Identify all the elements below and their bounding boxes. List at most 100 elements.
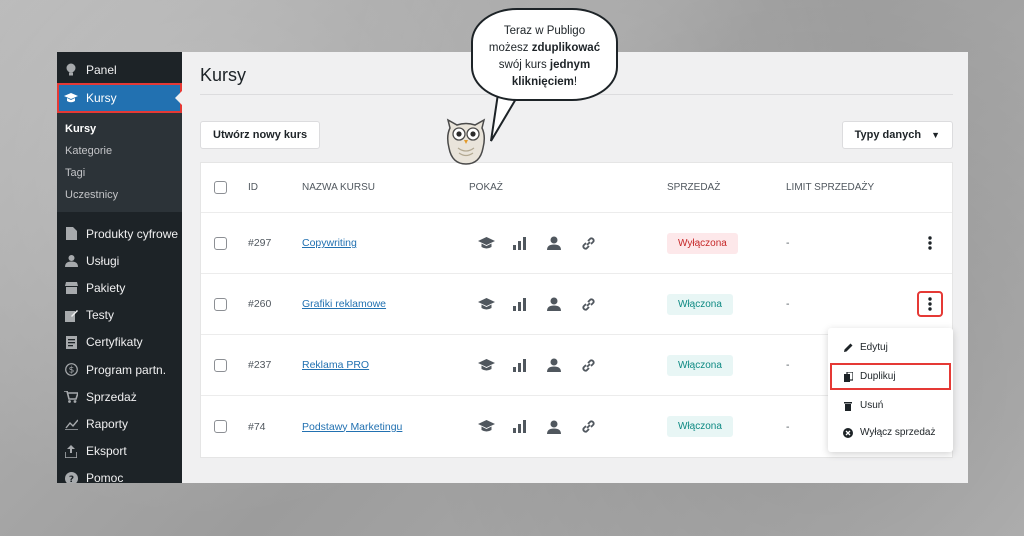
link-icon[interactable] bbox=[571, 297, 605, 312]
sidebar-item-sprzedaz[interactable]: Sprzedaż bbox=[57, 383, 182, 410]
bubble-line-4-bold: kliknięciem bbox=[511, 76, 574, 88]
link-icon[interactable] bbox=[571, 236, 605, 251]
cart-icon bbox=[64, 390, 78, 404]
dollar-icon: $ bbox=[64, 363, 78, 377]
bar-chart-icon[interactable] bbox=[503, 420, 537, 433]
new-course-button[interactable]: Utwórz nowy kurs bbox=[200, 121, 321, 149]
sidebar-item-program-partn[interactable]: $ Program partn. bbox=[57, 356, 182, 383]
more-actions-icon[interactable] bbox=[917, 291, 943, 317]
menu-item-edit[interactable]: Edytuj bbox=[828, 334, 953, 361]
sidebar-item-label: Program partn. bbox=[86, 362, 167, 377]
table-row: #260 Grafiki reklamowe Włączona - bbox=[201, 274, 952, 335]
status-badge: Wyłączona bbox=[667, 232, 738, 254]
user-icon[interactable] bbox=[537, 236, 571, 250]
status-badge: Włączona bbox=[667, 354, 733, 376]
file-icon bbox=[64, 227, 78, 241]
edit-icon bbox=[64, 308, 78, 322]
submenu-item-kursy[interactable]: Kursy bbox=[57, 118, 182, 140]
sidebar-item-label: Certyfikaty bbox=[86, 335, 143, 350]
submenu-item-kategorie[interactable]: Kategorie bbox=[57, 140, 182, 162]
sidebar-item-panel[interactable]: Panel bbox=[57, 56, 182, 83]
table-header: ID NAZWA KURSU POKAŻ SPRZEDAŻ LIMIT SPRZ… bbox=[201, 163, 952, 213]
graduation-cap-icon bbox=[64, 91, 78, 105]
menu-item-label: Wyłącz sprzedaż bbox=[860, 427, 936, 438]
row-id: #260 bbox=[248, 298, 272, 310]
sidebar-item-label: Pomoc bbox=[86, 471, 124, 483]
row-checkbox[interactable] bbox=[214, 297, 227, 311]
toolbar: Utwórz nowy kurs Typy danych ▼ bbox=[200, 121, 953, 149]
menu-item-label: Duplikuj bbox=[860, 371, 896, 382]
bubble-line-4: ! bbox=[573, 76, 578, 88]
sidebar-item-produkty-cyfrowe[interactable]: Produkty cyfrowe bbox=[57, 220, 182, 247]
sidebar-item-pakiety[interactable]: Pakiety bbox=[57, 274, 182, 301]
bar-chart-icon[interactable] bbox=[503, 236, 537, 250]
admin-sidebar: Panel Kursy Kursy Kategorie Tagi Uczestn… bbox=[57, 52, 182, 483]
sidebar-item-certyfikaty[interactable]: Certyfikaty bbox=[57, 329, 182, 356]
sidebar-menu-group: Produkty cyfrowe Usługi Pakiety Testy Ce… bbox=[57, 212, 182, 483]
sidebar-item-eksport[interactable]: Eksport bbox=[57, 438, 182, 465]
row-checkbox[interactable] bbox=[214, 420, 227, 433]
submenu-item-tagi[interactable]: Tagi bbox=[57, 162, 182, 184]
user-icon[interactable] bbox=[537, 297, 571, 311]
row-id: #74 bbox=[248, 420, 266, 433]
row-checkbox[interactable] bbox=[214, 358, 227, 372]
sidebar-item-label: Eksport bbox=[86, 444, 127, 459]
link-icon[interactable] bbox=[571, 358, 605, 373]
chart-icon bbox=[64, 417, 78, 431]
course-name-link[interactable]: Reklama PRO bbox=[302, 359, 369, 371]
menu-item-disable-sale[interactable]: Wyłącz sprzedaż bbox=[828, 419, 953, 446]
sidebar-item-uslugi[interactable]: Usługi bbox=[57, 247, 182, 274]
sidebar-item-label: Raporty bbox=[86, 416, 129, 431]
data-types-button[interactable]: Typy danych ▼ bbox=[841, 121, 953, 149]
sidebar-item-label: Kursy bbox=[86, 91, 117, 105]
select-all-checkbox[interactable] bbox=[214, 181, 227, 194]
submenu-item-uczestnicy[interactable]: Uczestnicy bbox=[57, 184, 182, 206]
sidebar-item-label: Pakiety bbox=[86, 280, 126, 295]
sidebar-item-label: Produkty cyfrowe bbox=[86, 226, 179, 241]
bar-chart-icon[interactable] bbox=[503, 358, 537, 372]
link-icon[interactable] bbox=[571, 419, 605, 434]
owl-mascot-icon bbox=[446, 118, 486, 165]
user-icon[interactable] bbox=[537, 358, 571, 372]
speech-bubble: Teraz w Publigo możesz zduplikować swój … bbox=[471, 8, 618, 101]
graduation-cap-icon[interactable] bbox=[469, 236, 503, 250]
header-name[interactable]: NAZWA KURSU bbox=[302, 182, 459, 193]
shop-icon bbox=[64, 281, 78, 295]
export-icon bbox=[64, 444, 78, 458]
sidebar-submenu: Kursy Kategorie Tagi Uczestnicy bbox=[57, 113, 182, 212]
row-checkbox[interactable] bbox=[214, 236, 227, 250]
course-name-link[interactable]: Podstawy Marketingu bbox=[302, 421, 402, 433]
help-icon: ? bbox=[64, 471, 78, 483]
graduation-cap-icon[interactable] bbox=[469, 420, 503, 433]
data-types-label: Typy danych bbox=[854, 129, 922, 141]
sidebar-item-kursy[interactable]: Kursy bbox=[57, 83, 182, 113]
header-id[interactable]: ID bbox=[248, 182, 302, 193]
graduation-cap-icon[interactable] bbox=[469, 358, 503, 372]
bubble-line-2-bold: zduplikować bbox=[531, 42, 601, 54]
status-badge: Włączona bbox=[667, 416, 733, 437]
user-icon[interactable] bbox=[537, 420, 571, 434]
header-limit[interactable]: LIMIT SPRZEDAŻY bbox=[786, 182, 952, 193]
certificate-icon bbox=[64, 335, 78, 349]
graduation-cap-icon[interactable] bbox=[469, 297, 503, 311]
header-sale[interactable]: SPRZEDAŻ bbox=[667, 182, 786, 193]
sidebar-item-raporty[interactable]: Raporty bbox=[57, 410, 182, 437]
menu-item-duplicate[interactable]: Duplikuj bbox=[830, 363, 951, 390]
bubble-line-3: swój kurs bbox=[498, 59, 550, 71]
row-actions-menu: Edytuj Duplikuj Usuń Wyłącz sprzedaż bbox=[828, 328, 953, 452]
course-name-link[interactable]: Copywriting bbox=[302, 237, 357, 249]
bubble-line-1: Teraz w Publigo bbox=[503, 25, 586, 37]
sidebar-item-pomoc[interactable]: ? Pomoc bbox=[57, 465, 182, 483]
row-id: #297 bbox=[248, 237, 272, 249]
caret-down-icon: ▼ bbox=[931, 130, 940, 140]
pencil-icon bbox=[842, 343, 854, 352]
course-name-link[interactable]: Grafiki reklamowe bbox=[302, 298, 386, 310]
table-row: #297 Copywriting Wyłączona - bbox=[201, 213, 952, 274]
bar-chart-icon[interactable] bbox=[503, 297, 537, 311]
menu-item-delete[interactable]: Usuń bbox=[828, 392, 953, 419]
row-id: #237 bbox=[248, 359, 272, 371]
sidebar-item-testy[interactable]: Testy bbox=[57, 302, 182, 329]
more-actions-icon[interactable] bbox=[919, 232, 941, 254]
main-content: Kursy Utwórz nowy kurs Typy danych ▼ ID … bbox=[182, 52, 968, 483]
menu-item-label: Usuń bbox=[860, 400, 884, 411]
